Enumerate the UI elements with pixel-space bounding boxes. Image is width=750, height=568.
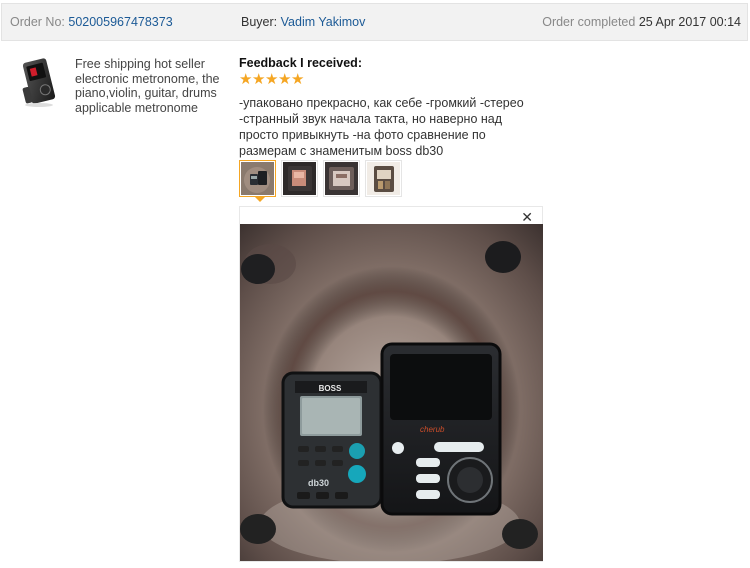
star-icon: ★ (291, 71, 305, 88)
feedback-photo-thumb-4[interactable] (365, 160, 402, 197)
boss-model-label: db30 (308, 478, 329, 488)
cherub-brand-label: cherub (420, 425, 445, 434)
feedback-heading: Feedback I received: (239, 56, 362, 70)
order-number-link[interactable]: 502005967478373 (68, 15, 172, 29)
feedback-photo-thumb-1[interactable] (239, 160, 276, 197)
feedback-photo-thumb-2[interactable] (281, 160, 318, 197)
boss-db30-device: BOSS db30 (281, 371, 383, 509)
order-status-label: Order completed (542, 15, 636, 29)
star-rating: ★ ★ ★ ★ ★ (239, 72, 304, 88)
photo-thumb-image (325, 162, 358, 195)
buyer-label: Buyer: (241, 15, 278, 29)
cherub-metronome-device: cherub (380, 342, 502, 516)
star-icon: ★ (265, 71, 279, 88)
star-icon: ★ (252, 71, 266, 88)
buyer-name-link[interactable]: Vadim Yakimov (281, 15, 366, 29)
feedback-text: -упаковано прекрасно, как себе -громкий … (239, 96, 524, 158)
order-header: Order No: 502005967478373 Buyer: Vadim Y… (1, 3, 748, 41)
close-icon[interactable]: ✕ (521, 209, 533, 225)
boss-brand-label: BOSS (319, 384, 342, 393)
order-status-group: Order completed 25 Apr 2017 00:14 (542, 15, 741, 29)
product-thumbnail[interactable] (15, 56, 61, 108)
star-icon: ★ (239, 71, 253, 88)
photo-thumb-image (241, 162, 274, 195)
buyer-group: Buyer: Vadim Yakimov (241, 15, 365, 29)
photo-preview-panel: ✕ BOSS db30 cherub (239, 206, 543, 562)
active-thumb-pointer (254, 196, 266, 202)
feedback-photo-thumbnails (239, 160, 402, 197)
order-completed-date: 25 Apr 2017 00:14 (638, 15, 741, 29)
photo-thumb-image (367, 162, 400, 195)
product-title-link[interactable]: Free shipping hot seller electronic metr… (75, 57, 233, 115)
feedback-photo-thumb-3[interactable] (323, 160, 360, 197)
metronome-product-image (22, 58, 56, 107)
order-number-group: Order No: 502005967478373 (10, 15, 173, 29)
order-number-label: Order No: (10, 15, 65, 29)
feedback-photo-large: BOSS db30 cherub (240, 224, 543, 561)
photo-thumb-image (283, 162, 316, 195)
star-icon: ★ (278, 71, 292, 88)
